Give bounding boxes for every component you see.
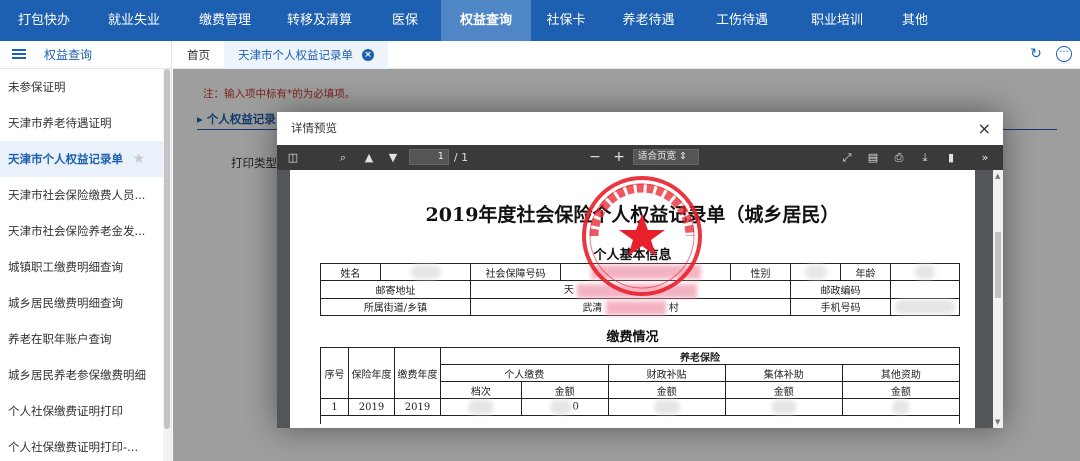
- close-icon[interactable]: ×: [362, 48, 374, 61]
- row-grade: [440, 398, 522, 416]
- nav-item-employment[interactable]: 就业失业: [88, 0, 180, 41]
- amount-label: 金额: [607, 381, 726, 399]
- zoom-in-icon[interactable]: +: [611, 145, 627, 170]
- sidebar-header: 权益查询: [0, 41, 171, 69]
- tab-bar: 首页 天津市个人权益记录单 × ↻ ···: [173, 40, 1080, 69]
- zoom-select[interactable]: 适合页宽 ⇕: [633, 149, 699, 165]
- download-icon[interactable]: ⤓: [917, 145, 933, 170]
- postcode-label: 邮政编码: [790, 280, 891, 299]
- col-seq: 序号: [320, 347, 349, 399]
- sidebar-toggle-icon[interactable]: ◫: [285, 145, 301, 170]
- nav-item-rights[interactable]: 权益查询: [441, 0, 531, 41]
- gender-value: [790, 263, 841, 281]
- sidebar-item-urban-payment[interactable]: 城镇职工缴费明细查询: [0, 249, 171, 285]
- row-amount-other: [841, 398, 961, 416]
- row-seq: 1: [320, 398, 349, 416]
- sub-subsidy: 财政补贴: [607, 364, 726, 382]
- tab-home[interactable]: 首页: [173, 41, 224, 69]
- arrow-up-icon[interactable]: ▲: [361, 145, 377, 170]
- table-row: 1 2019 2019 0: [320, 398, 961, 416]
- pdf-page: 2019年度社会保险个人权益记录单（城乡居民） 个人基本信息 姓名 社会保障号码…: [290, 170, 975, 428]
- name-value: [380, 263, 471, 281]
- sub-personal: 个人缴费: [440, 364, 609, 382]
- sidebar-item-label: 天津市个人权益记录单: [8, 152, 123, 166]
- nav-item-pension[interactable]: 养老待遇: [601, 0, 696, 41]
- more-tools-icon[interactable]: »: [977, 145, 993, 170]
- sidebar-title: 权益查询: [44, 47, 93, 62]
- close-icon[interactable]: ×: [978, 112, 991, 145]
- star-icon[interactable]: ★: [132, 141, 145, 177]
- search-icon[interactable]: ⌕: [335, 145, 351, 170]
- mail-address-label: 邮寄地址: [320, 280, 471, 299]
- tab-label: 天津市个人权益记录单: [238, 47, 353, 62]
- sidebar-item-pension-cert[interactable]: 天津市养老待遇证明: [0, 105, 171, 141]
- arrow-down-icon[interactable]: ▼: [385, 145, 401, 170]
- age-label: 年龄: [840, 263, 891, 281]
- row-insurance-year: 2019: [348, 398, 395, 416]
- refresh-icon[interactable]: ↻: [1028, 46, 1044, 62]
- sidebar-item-payer[interactable]: 天津市社会保险缴费人员...: [0, 177, 171, 213]
- col-insurance-year: 保险年度: [348, 347, 395, 399]
- postcode-value: [890, 280, 960, 299]
- sidebar: 权益查询 未参保证明 天津市养老待遇证明 天津市个人权益记录单 ★ 天津市社会保…: [0, 41, 172, 461]
- nav-item-transfer[interactable]: 转移及清算: [270, 0, 369, 41]
- page-number-input[interactable]: 1: [409, 149, 449, 165]
- top-nav: 打包快办 就业失业 缴费管理 转移及清算 医保 权益查询 社保卡 养老待遇 工伤…: [0, 0, 1080, 41]
- dialog-title: 详情预览: [291, 121, 337, 135]
- sidebar-item-payment-cert-print[interactable]: 个人社保缴费证明打印: [0, 393, 171, 429]
- nav-item-medical[interactable]: 医保: [369, 0, 441, 41]
- pdf-viewport[interactable]: 2019年度社会保险个人权益记录单（城乡居民） 个人基本信息 姓名 社会保障号码…: [277, 170, 1003, 428]
- more-icon[interactable]: ···: [1056, 46, 1072, 62]
- print-icon[interactable]: ⎙: [891, 145, 907, 170]
- row-payment-year: 2019: [394, 398, 441, 416]
- group-pension: 养老保险: [440, 347, 960, 365]
- bookmark-icon[interactable]: ▮: [943, 145, 959, 170]
- age-value: [890, 263, 960, 281]
- pdf-toolbar: ◫ ⌕ ▲ ▼ 1 / 1 − + 适合页宽 ⇕ ⤢ ▤ ⎙ ⤓ ▮ »: [277, 145, 1003, 170]
- street-value: 武清 村: [470, 297, 791, 316]
- menu-list-icon[interactable]: [12, 49, 26, 60]
- amount-label: 金额: [724, 381, 843, 399]
- col-payment-year: 缴费年度: [394, 347, 441, 399]
- sidebar-item-rights-record[interactable]: 天津市个人权益记录单 ★: [0, 141, 171, 177]
- name-label: 姓名: [320, 263, 381, 281]
- gender-label: 性别: [730, 263, 791, 281]
- street-label: 所属街道/乡镇: [320, 297, 471, 316]
- pdf-scrollbar[interactable]: ▲ ▼: [993, 170, 1003, 428]
- dialog-header: 详情预览 ×: [277, 112, 1003, 145]
- page-total: / 1: [453, 151, 469, 164]
- grade-label: 档次: [440, 381, 522, 399]
- amount-label: 金额: [841, 381, 961, 399]
- open-file-icon[interactable]: ▤: [865, 145, 881, 170]
- sidebar-item-payment-cert-print-2[interactable]: 个人社保缴费证明打印-...: [0, 429, 171, 461]
- phone-value: [890, 297, 960, 316]
- preview-dialog: 详情预览 × ◫ ⌕ ▲ ▼ 1 / 1 − + 适合页宽 ⇕ ⤢ ▤ ⎙ ⤓ …: [277, 112, 1003, 428]
- sidebar-item-not-insured-cert[interactable]: 未参保证明: [0, 69, 171, 105]
- nav-item-package[interactable]: 打包快办: [0, 0, 88, 41]
- payment-heading: 缴费情况: [606, 330, 659, 345]
- sidebar-scrollbar[interactable]: [163, 69, 171, 461]
- sidebar-item-pension-issue[interactable]: 天津市社会保险养老金发...: [0, 213, 171, 249]
- zoom-out-icon[interactable]: −: [587, 145, 603, 170]
- row-amount-personal: 0: [520, 398, 609, 416]
- sub-other: 其他资助: [841, 364, 961, 382]
- nav-item-other[interactable]: 其他: [886, 0, 944, 41]
- phone-label: 手机号码: [790, 297, 891, 316]
- tab-rights-record[interactable]: 天津市个人权益记录单 ×: [224, 40, 388, 69]
- nav-item-injury[interactable]: 工伤待遇: [696, 0, 788, 41]
- row-amount-subsidy: [607, 398, 726, 416]
- row-amount-collective: [724, 398, 843, 416]
- sub-collective: 集体补助: [724, 364, 843, 382]
- payment-table: 序号 保险年度 缴费年度 养老保险 个人缴费 财政补贴 集体补助 其他资助 档次…: [320, 347, 961, 424]
- ssn-label: 社会保障号码: [470, 263, 561, 281]
- nav-item-ssc[interactable]: 社保卡: [531, 0, 601, 41]
- nav-item-payment[interactable]: 缴费管理: [180, 0, 270, 41]
- sidebar-item-resident-payment[interactable]: 城乡居民缴费明细查询: [0, 285, 171, 321]
- sidebar-item-pension-account[interactable]: 养老在职年账户查询: [0, 321, 171, 357]
- fullscreen-icon[interactable]: ⤢: [839, 145, 855, 170]
- nav-item-training[interactable]: 职业培训: [788, 0, 886, 41]
- sidebar-item-resident-pension-detail[interactable]: 城乡居民养老参保缴费明细: [0, 357, 171, 393]
- official-seal: [582, 176, 702, 296]
- amount-label: 金额: [520, 381, 609, 399]
